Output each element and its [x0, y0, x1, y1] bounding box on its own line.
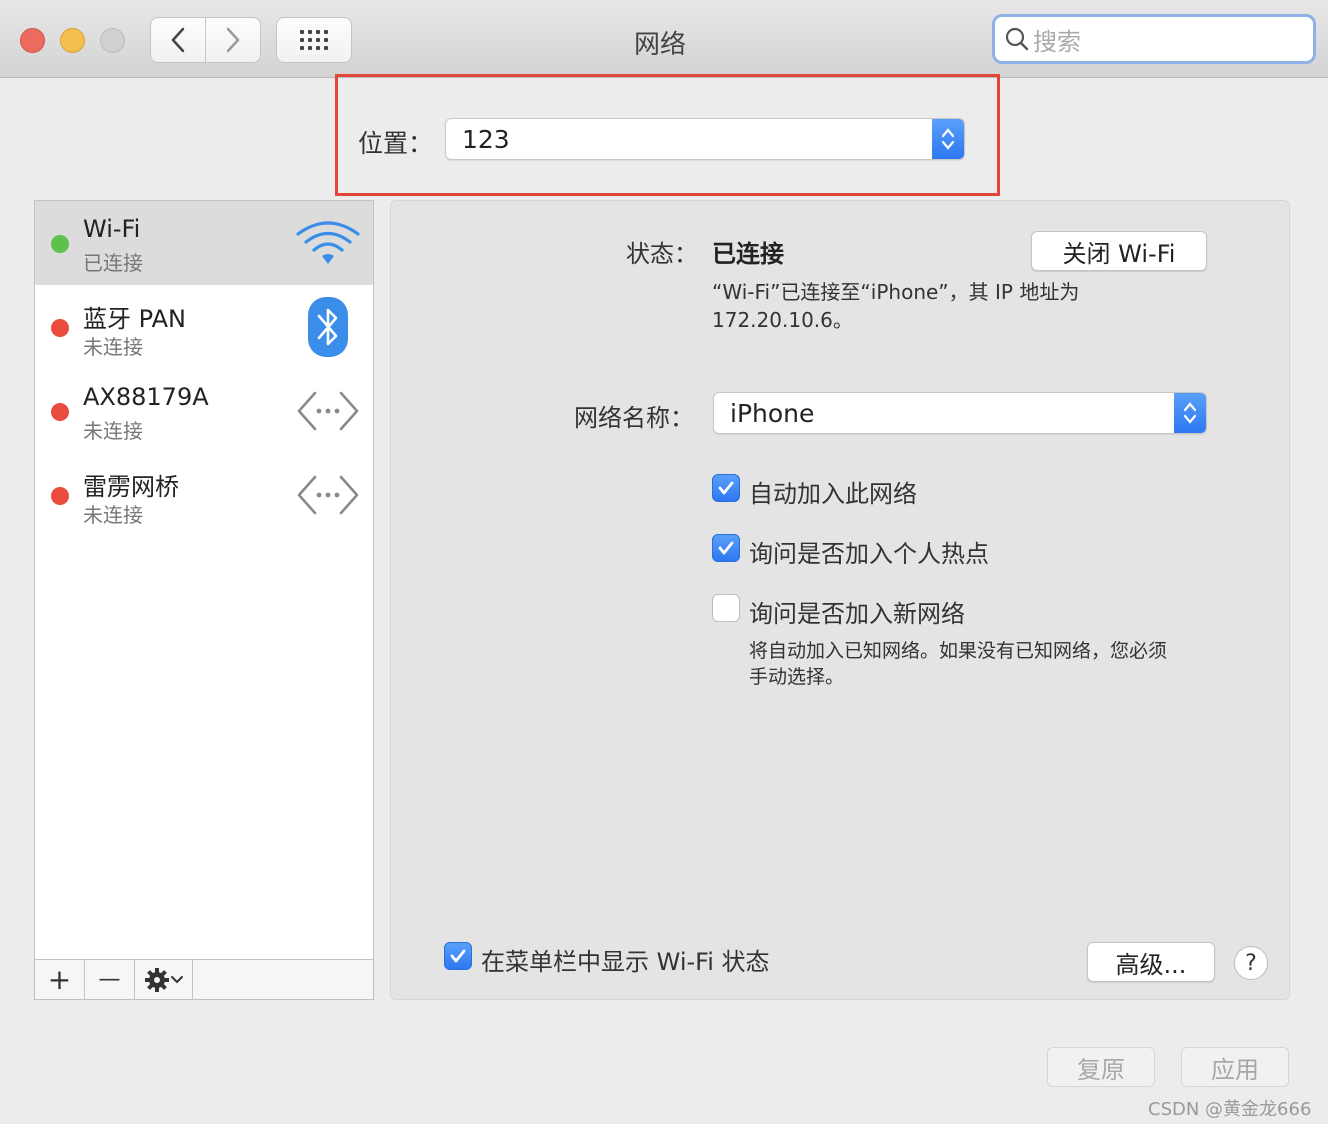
ask-new-network-hint-line2: 手动选择。 — [749, 666, 845, 688]
network-name-popup[interactable]: iPhone — [713, 392, 1207, 434]
service-status: 未连接 — [83, 335, 143, 359]
window-title: 网络 — [633, 30, 686, 60]
nav-back-forward — [150, 17, 261, 63]
ask-hotspot-label[interactable]: 询问是否加入个人热点 — [749, 534, 989, 569]
turn-off-wifi-button[interactable]: 关闭 Wi-Fi — [1031, 231, 1207, 271]
action-menu-button[interactable] — [135, 960, 193, 999]
status-dot — [51, 487, 69, 505]
forward-button[interactable] — [205, 18, 260, 62]
gear-icon — [144, 967, 169, 992]
ask-new-network-hint-line1: 将自动加入已知网络。如果没有已知网络，您必须 — [749, 640, 1168, 662]
status-dot — [51, 403, 69, 421]
revert-button[interactable]: 复原 — [1047, 1047, 1155, 1087]
ask-new-network-checkbox[interactable] — [712, 594, 740, 622]
ask-hotspot-checkbox[interactable] — [712, 534, 740, 562]
service-item-ax88179a[interactable]: AX88179A 未连接 — [35, 369, 373, 453]
ethernet-icon — [295, 465, 361, 525]
show-in-menubar-checkbox[interactable] — [444, 942, 472, 970]
auto-join-checkbox[interactable] — [712, 474, 740, 502]
grid-icon — [300, 30, 328, 50]
checkmark-icon — [450, 949, 466, 963]
status-dot — [51, 319, 69, 337]
back-button[interactable] — [151, 18, 205, 62]
location-label: 位置： — [358, 129, 434, 158]
remove-service-button[interactable]: — — [85, 960, 135, 999]
service-name: AX88179A — [83, 383, 209, 411]
apply-button[interactable]: 应用 — [1181, 1047, 1289, 1087]
service-list-toolbar: + — — [35, 959, 373, 999]
ask-new-network-label[interactable]: 询问是否加入新网络 — [749, 594, 965, 629]
service-item-bluetooth-pan[interactable]: 蓝牙 PAN 未连接 — [35, 285, 373, 369]
search-placeholder: 搜索 — [1033, 27, 1081, 56]
search-field[interactable]: 搜索 — [992, 14, 1316, 64]
popup-arrows-icon — [932, 119, 964, 159]
advanced-button[interactable]: 高级... — [1087, 942, 1215, 982]
location-popup[interactable]: 123 — [445, 118, 965, 160]
bluetooth-icon — [295, 297, 361, 357]
service-status: 未连接 — [83, 419, 143, 443]
popup-arrows-icon — [1174, 393, 1206, 433]
ethernet-icon — [295, 381, 361, 441]
service-item-thunderbolt-bridge[interactable]: 雷雳网桥 未连接 — [35, 453, 373, 537]
location-value: 123 — [462, 124, 510, 154]
checkmark-icon — [718, 541, 734, 555]
show-all-button[interactable] — [276, 17, 352, 63]
search-icon — [1005, 27, 1029, 51]
status-value: 已连接 — [712, 240, 784, 268]
watermark-text: CSDN @黄金龙666 — [1148, 1099, 1312, 1120]
help-button[interactable]: ? — [1234, 946, 1268, 980]
service-list: Wi-Fi 已连接 蓝牙 PAN 未连接 AX88179A 未连接 雷雳网桥 未… — [34, 200, 374, 1000]
service-status: 未连接 — [83, 503, 143, 527]
chevron-down-icon — [170, 975, 183, 983]
service-name: 蓝牙 PAN — [83, 305, 186, 333]
service-name: Wi-Fi — [83, 215, 141, 243]
service-status: 已连接 — [83, 251, 143, 275]
chevron-left-icon — [171, 27, 185, 53]
network-name-label: 网络名称： — [574, 404, 694, 432]
auto-join-label[interactable]: 自动加入此网络 — [749, 474, 917, 509]
show-in-menubar-label[interactable]: 在菜单栏中显示 Wi-Fi 状态 — [481, 942, 770, 977]
status-label: 状态： — [626, 240, 698, 268]
minimize-window-button[interactable] — [60, 28, 85, 53]
wifi-icon — [295, 213, 361, 273]
service-item-wifi[interactable]: Wi-Fi 已连接 — [35, 201, 373, 285]
status-description-line2: 172.20.10.6。 — [712, 308, 853, 332]
checkmark-icon — [718, 481, 734, 495]
title-bar: 网络 搜索 — [0, 0, 1328, 78]
zoom-window-button[interactable] — [100, 28, 125, 53]
close-window-button[interactable] — [20, 28, 45, 53]
chevron-right-icon — [226, 27, 240, 53]
status-dot — [51, 235, 69, 253]
status-description-line1: “Wi-Fi”已连接至“iPhone”，其 IP 地址为 — [712, 280, 1080, 304]
service-name: 雷雳网桥 — [83, 473, 179, 501]
add-service-button[interactable]: + — [35, 960, 85, 999]
network-name-value: iPhone — [730, 398, 815, 428]
